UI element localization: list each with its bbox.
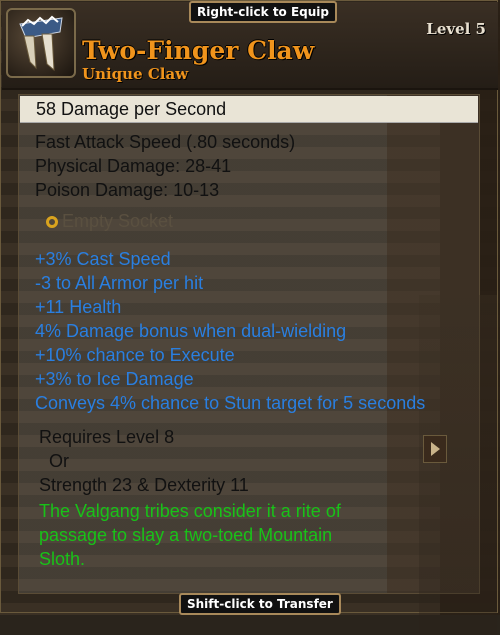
expand-arrow-icon[interactable] [423,435,447,463]
item-tooltip: Two-Finger Claw Unique Claw Level 5 Righ… [0,0,498,635]
requirement-attributes: Strength 23 & Dexterity 11 [39,475,249,495]
attack-speed: Fast Attack Speed (.80 seconds) [35,132,296,152]
modifier-5: +10% chance to Execute [35,345,235,365]
item-level: Level 5 [426,20,486,38]
tooltip-body: 58 Damage per Second Fast Attack Speed (… [18,94,497,635]
equip-hint: Right-click to Equip [189,1,338,23]
modifier-7: Conveys 4% chance to Stun target for 5 s… [35,393,426,413]
lore-line-2: passage to slay a two-toed Mountain [39,525,333,545]
socket-ring-icon [46,215,58,228]
background-side-panel [419,295,497,635]
claw-icon [19,15,63,72]
socket-slot[interactable]: Empty Socket [46,211,173,232]
modifier-3: +11 Health [35,297,122,317]
item-name: Two-Finger Claw [82,36,315,65]
item-icon-frame [6,8,76,78]
modifier-1: +3% Cast Speed [35,249,171,269]
poison-damage: Poison Damage: 10-13 [35,180,220,200]
modifier-4: 4% Damage bonus when dual-wielding [35,321,347,341]
modifier-6: +3% to Ice Damage [35,369,194,389]
lore-line-1: The Valgang tribes consider it a rite of [39,501,341,521]
modifier-2: -3 to All Armor per hit [35,273,204,293]
transfer-hint: Shift-click to Transfer [179,593,341,615]
physical-damage: Physical Damage: 28-41 [35,156,232,176]
item-type: Unique Claw [82,65,189,83]
dps-row: 58 Damage per Second [20,96,478,123]
lore-line-3: Sloth. [39,549,86,569]
damage-per-second: 58 Damage per Second [36,99,227,119]
requirement-or: Or [49,451,69,471]
socket-label: Empty Socket [62,211,174,231]
requirement-level: Requires Level 8 [39,427,175,447]
